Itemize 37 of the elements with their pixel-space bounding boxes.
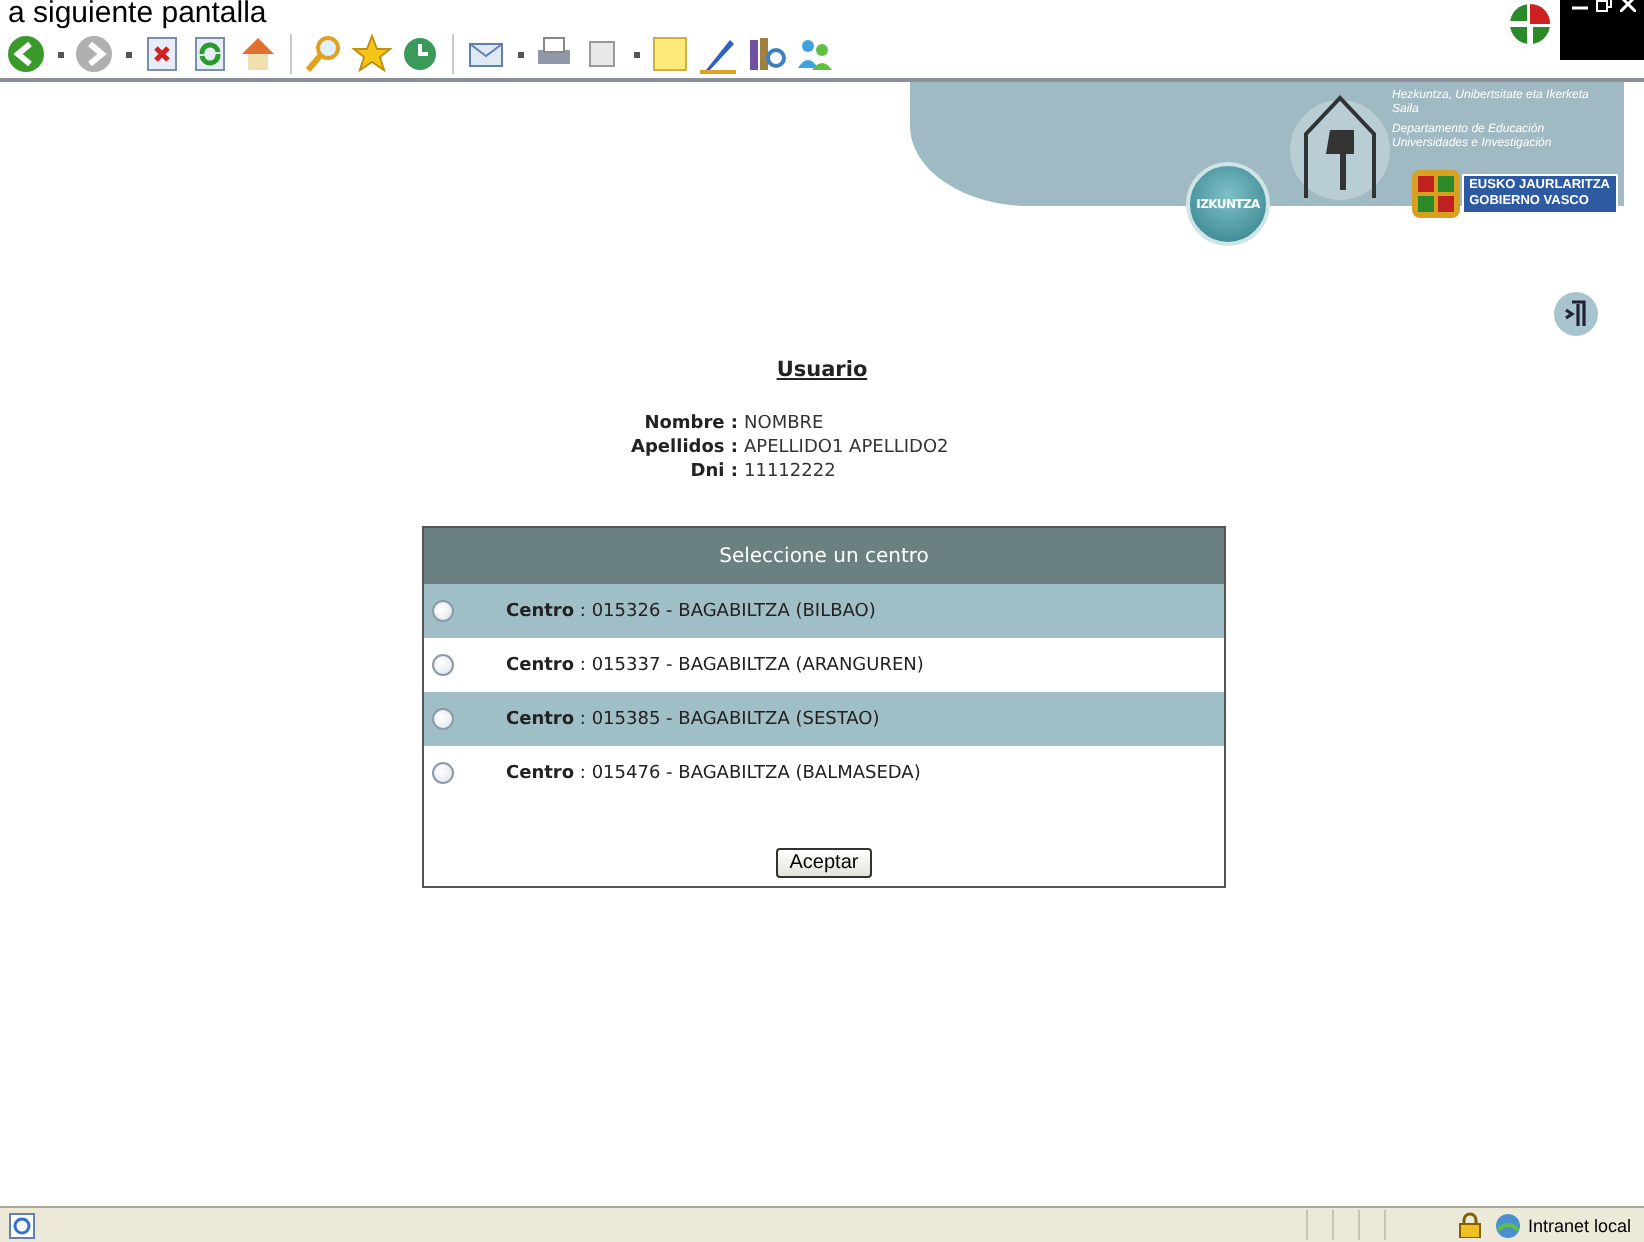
exit-door-icon xyxy=(1552,290,1600,338)
accept-button[interactable]: Aceptar xyxy=(775,848,873,878)
user-heading: Usuario xyxy=(776,358,868,382)
close-icon[interactable] xyxy=(1620,0,1636,12)
center-option: Centro : 015385 - BAGABILTZA (SESTAO) xyxy=(506,709,880,729)
forward-icon xyxy=(72,32,116,76)
field-label: Dni : xyxy=(688,462,740,482)
note-icon xyxy=(648,32,692,76)
radio-button[interactable] xyxy=(432,654,454,676)
radio-button[interactable] xyxy=(432,708,454,730)
field-label: Nombre : xyxy=(642,414,740,434)
clock-icon xyxy=(398,32,442,76)
books-icon xyxy=(744,32,788,76)
globe-icon xyxy=(1494,1211,1522,1239)
search-icon xyxy=(302,32,346,76)
field-value: 11112222 xyxy=(744,462,838,482)
shield-icon xyxy=(1409,168,1462,220)
panel-header: Seleccione un centro xyxy=(424,528,1224,584)
lock-icon xyxy=(1458,1212,1482,1238)
toolbar-button[interactable] xyxy=(350,32,394,76)
star-icon xyxy=(350,32,394,76)
radio-button[interactable] xyxy=(432,600,454,622)
center-option: Centro : 015326 - BAGABILTZA (BILBAO) xyxy=(506,601,876,621)
zone-label: Intranet local xyxy=(1528,1215,1634,1235)
field-value: APELLIDO1 APELLIDO2 xyxy=(744,438,951,458)
exit-button[interactable] xyxy=(1552,290,1600,338)
toolbar-button[interactable] xyxy=(4,32,48,76)
field-label: Apellidos : xyxy=(629,438,740,458)
radio-button[interactable] xyxy=(432,762,454,784)
field-value: NOMBRE xyxy=(744,414,826,434)
page-icon xyxy=(8,1211,36,1239)
caption-text: a siguiente pantalla xyxy=(6,0,267,30)
center-option: Centro : 015337 - BAGABILTZA (ARANGUREN) xyxy=(506,655,924,675)
toolbar-button[interactable] xyxy=(398,32,442,76)
restore-icon[interactable] xyxy=(1596,0,1612,12)
toolbar-button[interactable] xyxy=(744,32,788,76)
center-option: Centro : 015476 - BAGABILTZA (BALMASEDA) xyxy=(506,763,921,783)
